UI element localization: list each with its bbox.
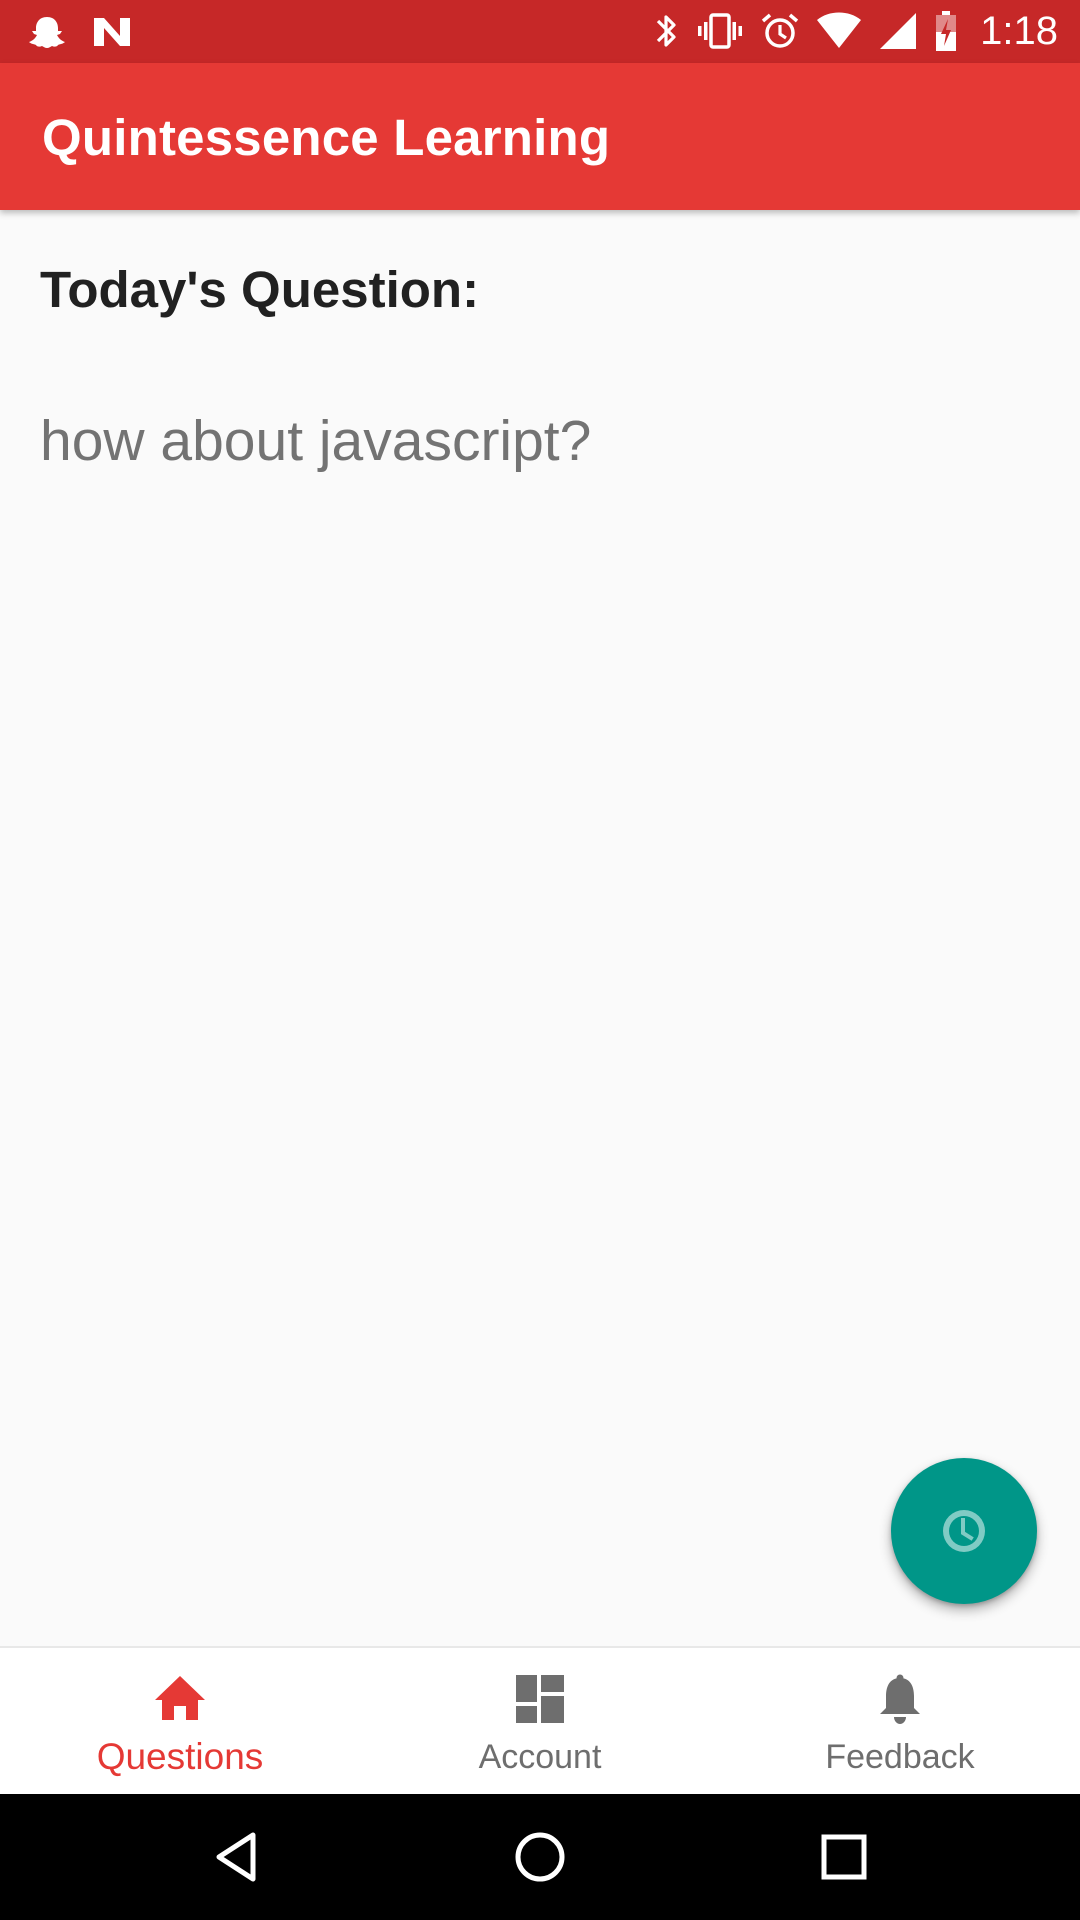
todays-question-heading: Today's Question: [40,261,480,318]
app-title: Quintessence Learning [42,109,611,166]
snapchat-icon [29,17,65,48]
n-app-icon [94,18,130,46]
home-icon [155,1676,205,1720]
recents-icon [821,1834,867,1880]
status-bar-right: 1:18 [652,8,1058,54]
system-navigation-bar [0,1794,1080,1920]
alarm-icon [762,13,799,48]
status-bar: 1:18 [0,0,1080,63]
status-bar-left [28,10,132,54]
bottom-navigation: Questions Account Feedback [0,1646,1080,1796]
vibrate-icon [698,13,743,49]
nav-item-feedback[interactable]: Feedback [720,1648,1080,1796]
system-home-button[interactable] [495,1812,585,1902]
battery-charging-icon [936,11,957,51]
nav-label-questions: Questions [96,1736,264,1777]
clock-fab-button[interactable] [891,1458,1037,1604]
home-circle-icon [515,1832,565,1882]
main-content: Today's Question: how about javascript? [0,210,1080,1646]
screen: 1:18 Quintessence Learning Today's Quest… [0,0,1080,1920]
nav-label-account: Account [478,1738,602,1776]
back-icon [216,1832,256,1882]
bell-icon [880,1674,920,1724]
signal-icon [880,13,917,49]
bluetooth-icon [657,15,676,47]
nav-item-account[interactable]: Account [360,1648,720,1796]
app-bar: Quintessence Learning [0,63,1080,210]
wifi-icon [817,12,862,48]
clock-icon [943,1510,985,1552]
status-time: 1:18 [980,8,1058,53]
dashboard-icon [516,1675,564,1723]
nav-label-feedback: Feedback [825,1738,975,1776]
system-back-button[interactable] [192,1812,282,1902]
question-text: how about javascript? [40,409,592,473]
system-recents-button[interactable] [799,1812,889,1902]
nav-item-questions[interactable]: Questions [0,1648,360,1796]
